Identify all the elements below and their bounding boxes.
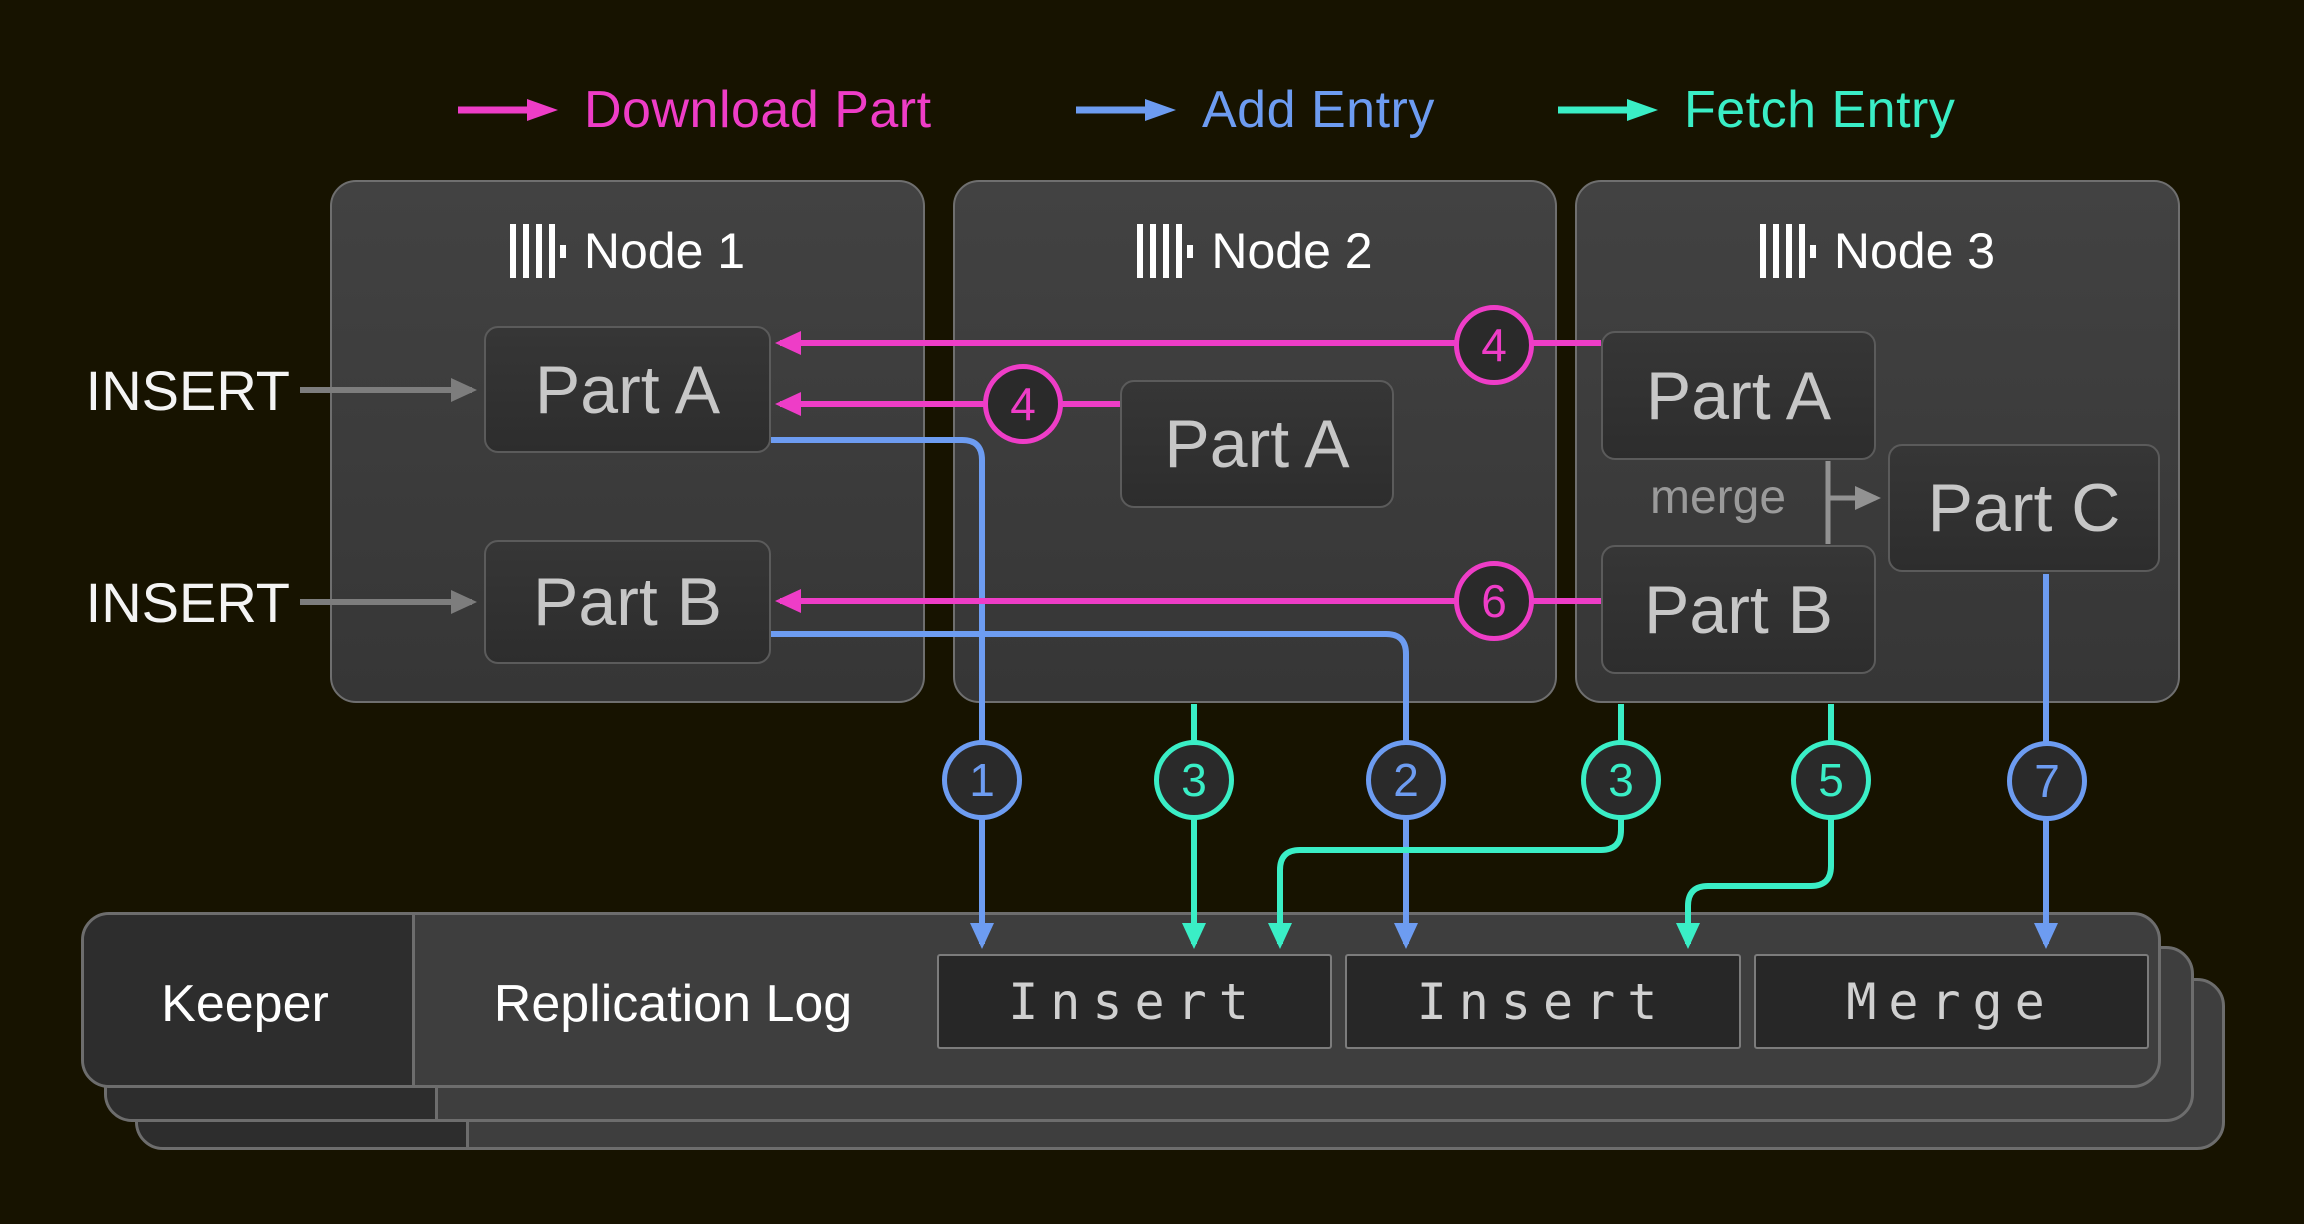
- node-2-title-row: Node 2: [955, 222, 1555, 280]
- step-badge-5: 5: [1791, 740, 1871, 820]
- clickhouse-logo-icon: [1137, 224, 1193, 278]
- download-part-arrow-icon: [458, 94, 562, 126]
- log-entry-merge: Merge: [1754, 954, 2149, 1049]
- node-1-part-b: Part B: [484, 540, 771, 664]
- legend-label-add-entry: Add Entry: [1202, 80, 1435, 140]
- step-badge-4-mid: 4: [983, 364, 1063, 444]
- log-entry-insert-2: Insert: [1345, 954, 1741, 1049]
- step-badge-7: 7: [2007, 741, 2087, 821]
- node-2-title: Node 2: [1211, 222, 1372, 280]
- legend-item-add-entry: Add Entry: [1076, 82, 1435, 138]
- step-badge-6: 6: [1454, 561, 1534, 641]
- fetch-entry-arrow-icon: [1558, 94, 1662, 126]
- insert-label-1: INSERT: [50, 362, 290, 420]
- insert-label-2: INSERT: [50, 574, 290, 632]
- replication-diagram: Download Part Add Entry Fetch Entry INSE…: [0, 0, 2304, 1224]
- add-entry-arrow-icon: [1076, 94, 1180, 126]
- node-1-part-a: Part A: [484, 326, 771, 453]
- legend-label-fetch-entry: Fetch Entry: [1684, 80, 1955, 140]
- node-3-title-row: Node 3: [1577, 222, 2178, 280]
- legend-item-fetch-entry: Fetch Entry: [1558, 82, 1955, 138]
- step-badge-2: 2: [1366, 740, 1446, 820]
- node-3-part-a: Part A: [1601, 331, 1876, 460]
- merge-label: merge: [1618, 472, 1818, 524]
- log-entry-insert-1: Insert: [937, 954, 1332, 1049]
- fetch-entry-line-3b: [1280, 704, 1621, 944]
- fetch-entry-line-5: [1688, 704, 1831, 944]
- keeper-label: Keeper: [81, 974, 409, 1034]
- step-badge-1: 1: [942, 740, 1022, 820]
- clickhouse-logo-icon: [1760, 224, 1816, 278]
- step-badge-4-top: 4: [1454, 305, 1534, 385]
- node-2-part-a: Part A: [1120, 380, 1394, 508]
- step-badge-3a: 3: [1154, 740, 1234, 820]
- node-3-title: Node 3: [1834, 222, 1995, 280]
- legend-item-download-part: Download Part: [458, 82, 932, 138]
- legend-label-download-part: Download Part: [584, 80, 932, 140]
- node-3-part-b: Part B: [1601, 545, 1876, 674]
- node-3-part-c: Part C: [1888, 444, 2160, 572]
- replication-log-title: Replication Log: [412, 974, 934, 1034]
- node-1-title: Node 1: [584, 222, 745, 280]
- step-badge-3b: 3: [1581, 740, 1661, 820]
- clickhouse-logo-icon: [510, 224, 566, 278]
- node-1-title-row: Node 1: [332, 222, 923, 280]
